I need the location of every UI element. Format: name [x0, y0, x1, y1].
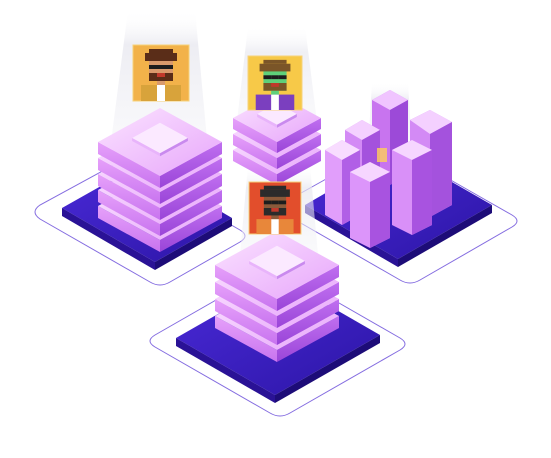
avatar-bearded-man	[132, 44, 190, 102]
avatar-hat-man	[248, 181, 302, 235]
avatar-green-alien	[247, 55, 303, 111]
isometric-platforms-illustration	[34, 10, 518, 417]
